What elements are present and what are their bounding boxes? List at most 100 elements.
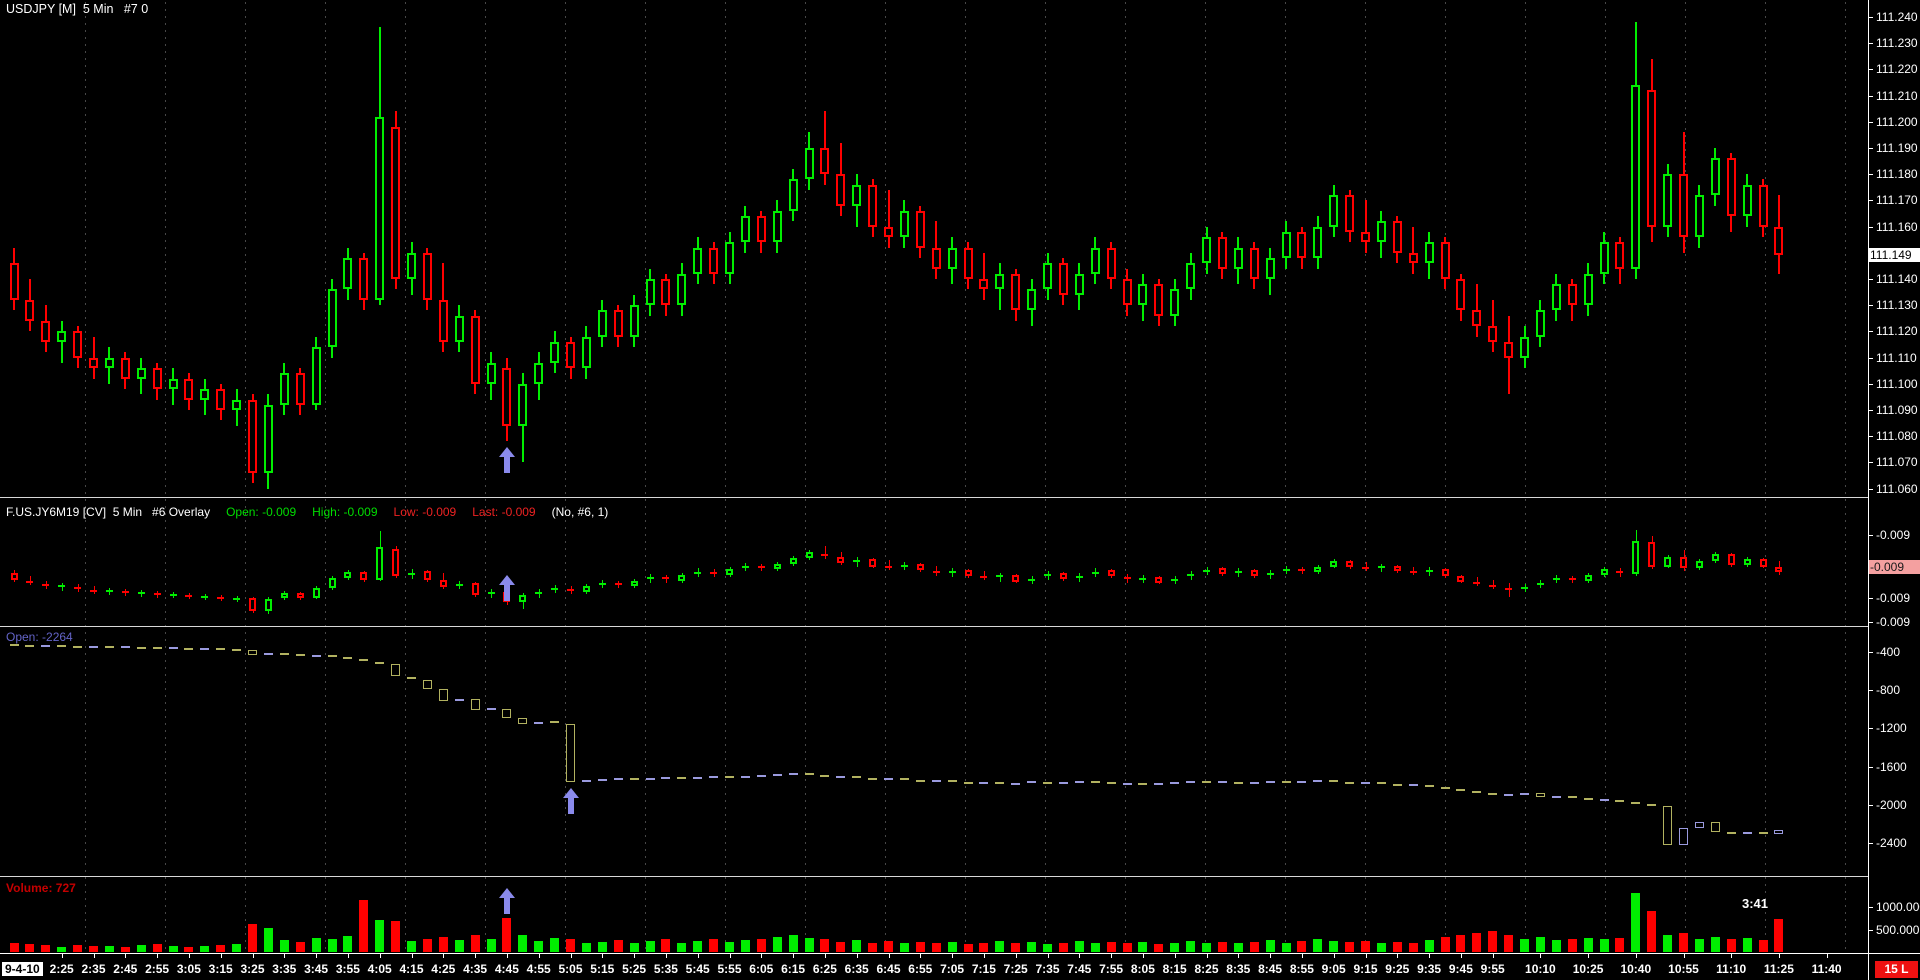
- delta-dash: [168, 647, 178, 650]
- time-axis-label: 8:25: [1194, 962, 1219, 976]
- candle-body: [1265, 258, 1275, 279]
- delta-dash: [279, 652, 289, 655]
- volume-bar: [343, 936, 353, 952]
- overlay-candle-body: [726, 569, 733, 575]
- candle-body: [89, 357, 98, 369]
- axis-tick: [1868, 436, 1873, 438]
- candle-body: [868, 184, 878, 227]
- delta-dash: [1424, 784, 1434, 787]
- volume-bar: [311, 938, 321, 952]
- volume-value-label: Volume: 727: [6, 881, 76, 895]
- candle-body: [311, 347, 321, 405]
- time-axis-label: 11:10: [1716, 962, 1747, 976]
- delta-dash: [1202, 781, 1211, 784]
- cumulative-panel-surface[interactable]: [0, 627, 1868, 876]
- time-axis-tick: [1588, 954, 1590, 958]
- candle-body: [677, 273, 687, 306]
- candle-body: [25, 299, 35, 321]
- delta-dash: [1043, 781, 1052, 784]
- volume-bar: [804, 937, 814, 952]
- trading-chart-window: 111.240 111.230 111.220 111.210 111.200 111.1…: [0, 0, 1920, 980]
- volume-bar: [581, 943, 591, 952]
- overlay-candle-body: [1775, 566, 1783, 572]
- delta-dash: [1567, 796, 1577, 799]
- delta-dash: [1281, 780, 1291, 783]
- axis-tick: [1868, 410, 1873, 411]
- delta-dash: [1392, 783, 1402, 786]
- volume-bar: [963, 943, 973, 952]
- candle-body: [772, 210, 782, 243]
- time-axis-tick: [1635, 954, 1637, 958]
- panel-separator[interactable]: [0, 497, 1868, 498]
- candle-body: [1567, 284, 1577, 306]
- volume-bar: [1392, 941, 1402, 952]
- axis-tick: [1868, 804, 1873, 806]
- overlay-candle-body: [678, 575, 686, 581]
- volume-bar: [1758, 940, 1768, 952]
- time-axis-tick: [284, 954, 286, 958]
- volume-bar: [1281, 942, 1291, 952]
- overlay-candle-body: [1298, 568, 1306, 571]
- time-axis-tick: [1301, 954, 1303, 958]
- candle-body: [136, 368, 146, 379]
- time-axis-label: 11:40: [1811, 962, 1842, 976]
- panel-separator[interactable]: [0, 876, 1868, 877]
- time-axis-tick: [1111, 954, 1113, 958]
- overlay-candle-body: [710, 571, 718, 574]
- overlay-candle-body: [1600, 569, 1608, 575]
- overlay-candle-body: [1362, 567, 1369, 570]
- volume-bar: [168, 945, 178, 952]
- candle-body: [486, 362, 496, 384]
- delta-dash: [534, 721, 544, 724]
- delta-dash: [1249, 781, 1259, 784]
- candle-body: [1361, 231, 1370, 243]
- overlay-symbol-label: F.US.JY6M19 [CV] 5 Min #6 Overlay: [6, 505, 211, 519]
- candle-wick: [887, 189, 890, 248]
- delta-dash: [1488, 793, 1498, 796]
- volume-bar: [1647, 910, 1657, 952]
- time-axis-tick: [634, 954, 636, 958]
- overlay-candle-body: [869, 559, 877, 567]
- volume-bar: [1535, 937, 1545, 952]
- delta-axis-label: -1200: [1876, 721, 1907, 736]
- axis-tick: [1868, 598, 1873, 599]
- volume-bar: [1551, 940, 1561, 952]
- price-axis-label: 111.110: [1876, 350, 1917, 365]
- delta-dash: [677, 777, 687, 780]
- overlay-candle-body: [105, 589, 113, 592]
- delta-dash: [1027, 781, 1037, 784]
- time-axis-tick: [1731, 954, 1733, 958]
- delta-dash: [1599, 799, 1609, 802]
- candle-body: [1583, 273, 1593, 306]
- volume-bar: [1488, 931, 1498, 952]
- candle-body: [9, 263, 19, 300]
- candle-body: [1122, 279, 1132, 306]
- delta-dash: [1313, 779, 1323, 782]
- overlay-panel-title: F.US.JY6M19 [CV] 5 Min #6 Overlay Open: …: [6, 505, 608, 519]
- delta-dash: [1090, 780, 1100, 783]
- time-axis-tick: [475, 954, 477, 958]
- overlay-candle-body: [885, 566, 892, 569]
- candle-body: [613, 310, 623, 337]
- time-axis-tick: [1460, 954, 1462, 958]
- time-countdown-badge: 15 L: [1875, 961, 1918, 978]
- delta-dash: [756, 775, 766, 778]
- time-axis-line: [0, 953, 1920, 954]
- volume-bar: [1583, 937, 1593, 952]
- candle-body: [566, 341, 575, 369]
- date-label: 9-4-10: [2, 962, 43, 977]
- delta-dash: [772, 774, 782, 777]
- volume-bar: [1090, 943, 1100, 952]
- delta-dash: [216, 648, 226, 651]
- candle-body: [232, 399, 242, 410]
- time-axis-tick: [952, 954, 954, 958]
- overlay-candle-body: [137, 591, 145, 594]
- volume-bar: [1424, 940, 1434, 952]
- time-axis-tick: [1333, 954, 1335, 958]
- time-axis-label: 3:05: [176, 962, 201, 976]
- volume-bar: [566, 939, 575, 952]
- overlay-candle-body: [1473, 581, 1481, 584]
- time-axis-label: 7:05: [940, 962, 965, 976]
- panel-separator[interactable]: [0, 626, 1868, 627]
- volume-bar: [152, 944, 162, 952]
